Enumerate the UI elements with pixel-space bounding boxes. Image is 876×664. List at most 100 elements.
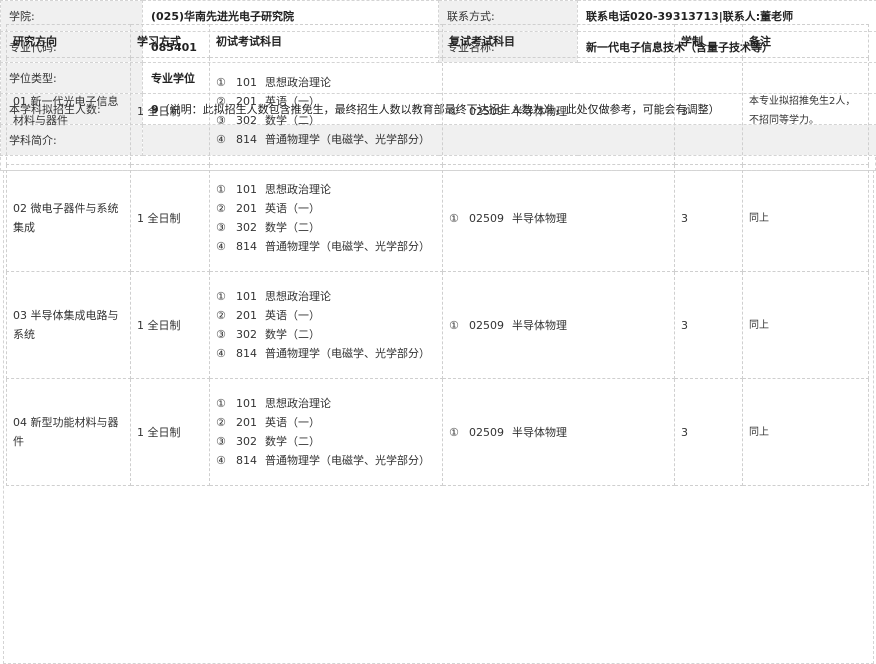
prelim-subject: ③ 302 数学（二） [216, 325, 442, 344]
years-cell: 3 [674, 57, 743, 165]
subject-name: 普通物理学（电磁学、光学部分） [265, 347, 430, 360]
subject-code: 101 [236, 397, 257, 410]
mode-cell: 1 全日制 [130, 271, 210, 379]
subject-code: 02509 [469, 318, 504, 332]
prelim-subject: ① 101 思想政治理论 [216, 73, 442, 92]
subject-name: 半导体物理 [512, 104, 567, 118]
table-body: 01 新一代光电子信息材料与器件 1 全日制 ① 101 思想政治理论 ② 201 英语（一）… [6, 57, 869, 486]
prelim-subject: ② 201 英语（一） [216, 413, 442, 432]
table-row: 04 新型功能材料与器件 1 全日制 ① 101 思想政治理论 ② 201 英语（一） ③ 302… [6, 378, 869, 486]
table-row: 03 半导体集成电路与系统 1 全日制 ① 101 思想政治理论 ② 201 英语（一） ③ 30… [6, 271, 869, 379]
subject-code: 814 [236, 133, 257, 146]
subject-number: ② [216, 416, 226, 429]
subject-name: 普通物理学（电磁学、光学部分） [265, 133, 430, 146]
subject-code: 814 [236, 347, 257, 360]
subject-name: 数学（二） [265, 328, 320, 341]
subject-code: 02509 [469, 104, 504, 118]
retest-subject-cell: ① 02509 半导体物理 [442, 57, 675, 165]
header-retest: 复试考试科目 [442, 24, 675, 58]
subject-name: 普通物理学（电磁学、光学部分） [265, 240, 430, 253]
note-cell: 同上 [742, 271, 869, 379]
subject-number: ④ [216, 454, 226, 467]
subject-name: 半导体物理 [512, 318, 567, 332]
subject-code: 201 [236, 95, 257, 108]
subject-name: 思想政治理论 [265, 397, 331, 410]
retest-subject: ① 02509 半导体物理 [449, 423, 674, 442]
table-row: 01 新一代光电子信息材料与器件 1 全日制 ① 101 思想政治理论 ② 201 英语（一）… [6, 57, 869, 165]
retest-subject: ① 02509 半导体物理 [449, 102, 674, 121]
direction-cell: 01 新一代光电子信息材料与器件 [6, 57, 131, 165]
subject-name: 英语（一） [265, 95, 320, 108]
subject-number: ① [216, 76, 226, 89]
prelim-subjects-cell: ① 101 思想政治理论 ② 201 英语（一） ③ 302 数学（二） ④ 814 普通物理学（电磁… [209, 271, 443, 379]
subject-number: ① [449, 211, 459, 225]
subject-name: 数学（二） [265, 435, 320, 448]
years-cell: 3 [674, 378, 743, 486]
direction-cell: 04 新型功能材料与器件 [6, 378, 131, 486]
header-note: 备注 [742, 24, 869, 58]
subject-number: ② [216, 309, 226, 322]
subject-name: 思想政治理论 [265, 76, 331, 89]
prelim-subject: ① 101 思想政治理论 [216, 394, 442, 413]
mode-cell: 1 全日制 [130, 164, 210, 272]
direction-cell: 03 半导体集成电路与系统 [6, 271, 131, 379]
subject-name: 普通物理学（电磁学、光学部分） [265, 454, 430, 467]
prelim-subject: ④ 814 普通物理学（电磁学、光学部分） [216, 451, 442, 470]
subject-name: 数学（二） [265, 221, 320, 234]
prelim-subject: ④ 814 普通物理学（电磁学、光学部分） [216, 237, 442, 256]
prelim-subject: ④ 814 普通物理学（电磁学、光学部分） [216, 344, 442, 363]
subject-number: ④ [216, 133, 226, 146]
mode-cell: 1 全日制 [130, 57, 210, 165]
prelim-subject: ① 101 思想政治理论 [216, 180, 442, 199]
subject-code: 302 [236, 221, 257, 234]
retest-subject-cell: ① 02509 半导体物理 [442, 164, 675, 272]
prelim-subject: ③ 302 数学（二） [216, 432, 442, 451]
subject-name: 英语（一） [265, 416, 320, 429]
subject-number: ① [449, 425, 459, 439]
prelim-subjects-cell: ① 101 思想政治理论 ② 201 英语（一） ③ 302 数学（二） ④ 814 普通物理学（电磁… [209, 57, 443, 165]
subject-number: ① [216, 183, 226, 196]
subject-code: 101 [236, 183, 257, 196]
prelim-subjects-cell: ① 101 思想政治理论 ② 201 英语（一） ③ 302 数学（二） ④ 814 普通物理学（电磁… [209, 378, 443, 486]
header-years: 学制 [674, 24, 743, 58]
subject-code: 814 [236, 240, 257, 253]
subject-name: 英语（一） [265, 202, 320, 215]
header-mode: 学习方式 [130, 24, 210, 58]
prelim-subject: ① 101 思想政治理论 [216, 287, 442, 306]
subject-code: 302 [236, 435, 257, 448]
subject-code: 201 [236, 309, 257, 322]
subject-number: ① [216, 290, 226, 303]
subject-number: ③ [216, 221, 226, 234]
subject-number: ① [216, 397, 226, 410]
note-cell: 同上 [742, 378, 869, 486]
prelim-subject: ② 201 英语（一） [216, 306, 442, 325]
subject-code: 02509 [469, 211, 504, 225]
retest-subject: ① 02509 半导体物理 [449, 316, 674, 335]
subject-code: 302 [236, 328, 257, 341]
subject-number: ④ [216, 240, 226, 253]
note-cell: 本专业拟招推免生2人，不招同等学力。 [742, 57, 869, 165]
subject-name: 半导体物理 [512, 425, 567, 439]
years-cell: 3 [674, 271, 743, 379]
years-cell: 3 [674, 164, 743, 272]
subject-code: 101 [236, 290, 257, 303]
prelim-subject: ③ 302 数学（二） [216, 218, 442, 237]
subject-name: 思想政治理论 [265, 290, 331, 303]
subject-number: ① [449, 318, 459, 332]
subject-number: ① [449, 104, 459, 118]
subject-code: 101 [236, 76, 257, 89]
subject-code: 201 [236, 202, 257, 215]
retest-subject-cell: ① 02509 半导体物理 [442, 378, 675, 486]
subject-code: 02509 [469, 425, 504, 439]
header-prelim: 初试考试科目 [209, 24, 443, 58]
prelim-subject: ④ 814 普通物理学（电磁学、光学部分） [216, 130, 442, 149]
prelim-subject: ③ 302 数学（二） [216, 111, 442, 130]
subject-name: 数学（二） [265, 114, 320, 127]
subject-name: 思想政治理论 [265, 183, 331, 196]
subject-number: ③ [216, 114, 226, 127]
mode-cell: 1 全日制 [130, 378, 210, 486]
prelim-subjects-cell: ① 101 思想政治理论 ② 201 英语（一） ③ 302 数学（二） ④ 814 普通物理学（电磁… [209, 164, 443, 272]
retest-subject: ① 02509 半导体物理 [449, 209, 674, 228]
table-header-row: 研究方向 学习方式 初试考试科目 复试考试科目 学制 备注 [6, 24, 869, 58]
subject-number: ③ [216, 328, 226, 341]
